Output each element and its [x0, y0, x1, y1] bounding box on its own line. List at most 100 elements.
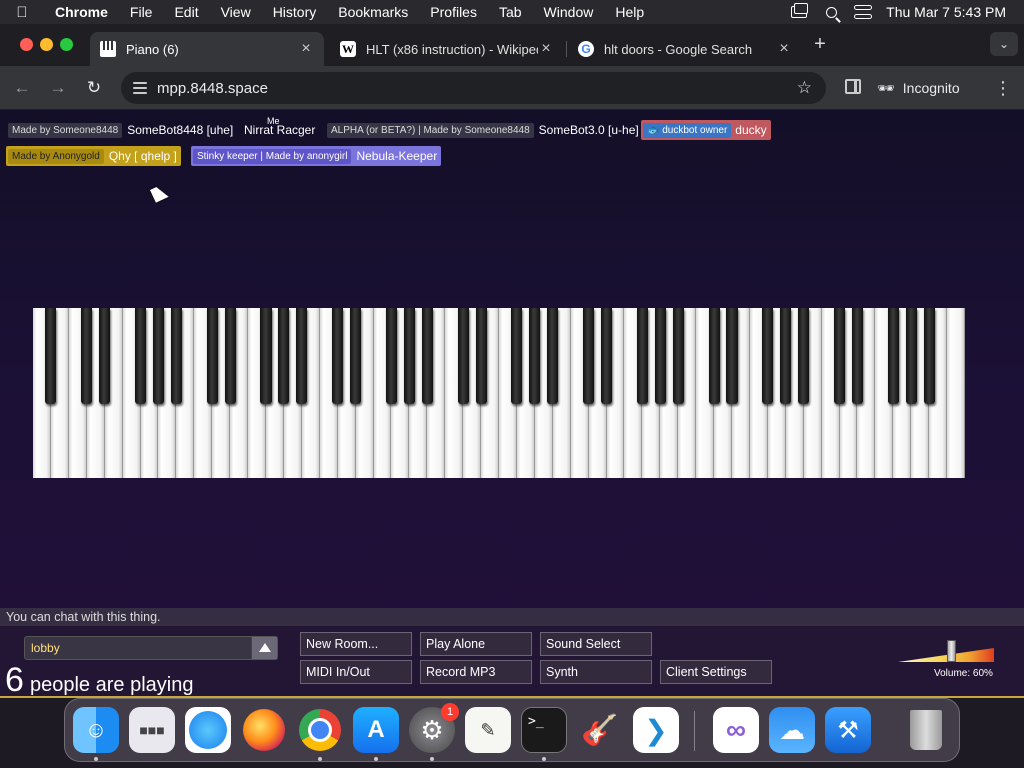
record-mp3-button[interactable]: Record MP3	[420, 660, 532, 684]
new-room-button[interactable]: New Room...	[300, 632, 412, 656]
menu-view[interactable]: View	[210, 4, 262, 20]
weather-icon[interactable]: ☁	[769, 707, 815, 753]
site-info-icon[interactable]	[133, 82, 147, 94]
window-zoom-button[interactable]	[60, 38, 73, 51]
black-key[interactable]	[851, 308, 863, 404]
nametag-nebula-keeper[interactable]: Stinky keeper | Made by anonygirl Nebula…	[191, 146, 442, 166]
launchpad-icon[interactable]: ■■■	[129, 707, 175, 753]
room-selector[interactable]: lobby	[24, 636, 278, 660]
menu-file[interactable]: File	[119, 4, 164, 20]
more-menu-icon[interactable]: ⋮	[994, 76, 1012, 100]
nametag-somebot3[interactable]: ALPHA (or BETA?) | Made by Someone8448 S…	[327, 120, 639, 140]
address-bar[interactable]: mpp.8448.space ☆	[121, 72, 826, 104]
black-key[interactable]	[278, 308, 290, 404]
side-panel-icon[interactable]	[845, 79, 861, 94]
black-key[interactable]	[654, 308, 666, 404]
vscode-icon[interactable]: ❯	[633, 707, 679, 753]
reload-icon[interactable]: ↻	[82, 76, 106, 100]
incognito-indicator[interactable]: 🕶 Incognito	[877, 76, 960, 100]
black-key[interactable]	[905, 308, 917, 404]
safari-icon[interactable]	[185, 707, 231, 753]
forward-arrow-icon[interactable]: →	[46, 76, 70, 100]
black-key[interactable]	[350, 308, 362, 404]
black-key[interactable]	[152, 308, 164, 404]
black-key[interactable]	[636, 308, 648, 404]
textedit-icon[interactable]: ✎	[465, 707, 511, 753]
black-key[interactable]	[206, 308, 218, 404]
black-key[interactable]	[923, 308, 935, 404]
midi-in-out-button[interactable]: MIDI In/Out	[300, 660, 412, 684]
black-key[interactable]	[798, 308, 810, 404]
bookmark-star-icon[interactable]: ☆	[797, 78, 812, 98]
black-key[interactable]	[726, 308, 738, 404]
url-text[interactable]: mpp.8448.space	[157, 80, 268, 97]
black-key[interactable]	[81, 308, 93, 404]
visual-studio-icon[interactable]: ∞	[713, 707, 759, 753]
tab-close-icon[interactable]: ×	[298, 40, 314, 58]
menu-tab[interactable]: Tab	[488, 4, 533, 20]
chat-hint[interactable]: You can chat with this thing.	[0, 608, 1024, 626]
menu-history[interactable]: History	[262, 4, 328, 20]
control-center-icon[interactable]	[854, 5, 873, 19]
tab-close-icon[interactable]: ×	[538, 40, 554, 58]
new-tab-plus-icon[interactable]: +	[810, 34, 830, 54]
menu-edit[interactable]: Edit	[163, 4, 209, 20]
black-key[interactable]	[99, 308, 111, 404]
nametag-self[interactable]: Nirrat Racger	[244, 120, 315, 140]
menu-window[interactable]: Window	[533, 4, 605, 20]
menubar-clock[interactable]: Thu Mar 7 5:43 PM	[886, 4, 1006, 20]
nametag-somebot8448[interactable]: Made by Someone8448 SomeBot8448 [uhe]	[8, 120, 233, 140]
app-store-icon[interactable]: A	[353, 707, 399, 753]
terminal-icon[interactable]: >_	[521, 707, 567, 753]
black-key[interactable]	[887, 308, 899, 404]
apple-icon[interactable]: 	[0, 4, 44, 21]
black-key[interactable]	[134, 308, 147, 404]
black-key[interactable]	[511, 308, 523, 404]
nametag-qhy[interactable]: Made by Anonygold Qhy [ qhelp ]	[6, 146, 181, 166]
black-key[interactable]	[672, 308, 684, 404]
play-alone-button[interactable]: Play Alone	[420, 632, 532, 656]
volume-slider[interactable]	[898, 640, 994, 662]
spotlight-search-icon[interactable]	[822, 5, 840, 19]
black-key[interactable]	[224, 308, 236, 404]
back-arrow-icon[interactable]: ←	[10, 76, 34, 100]
black-key[interactable]	[708, 308, 720, 404]
black-key[interactable]	[583, 308, 595, 404]
black-key[interactable]	[385, 308, 397, 404]
tab-google-search[interactable]: G hlt doors - Google Search ×	[568, 32, 802, 66]
white-key[interactable]	[947, 308, 965, 478]
black-key[interactable]	[45, 308, 57, 404]
black-key[interactable]	[529, 308, 541, 404]
nametag-ducky[interactable]: 🐟 duckbot owner ducky	[641, 120, 771, 140]
menu-chrome[interactable]: Chrome	[44, 4, 119, 20]
black-key[interactable]	[780, 308, 792, 404]
room-dropdown-arrow-icon[interactable]	[251, 637, 277, 659]
black-key[interactable]	[421, 308, 433, 404]
black-key[interactable]	[170, 308, 182, 404]
tab-piano[interactable]: Piano (6) ×	[90, 32, 324, 66]
trash-icon[interactable]	[903, 707, 949, 753]
black-key[interactable]	[260, 308, 272, 404]
window-minimize-button[interactable]	[40, 38, 53, 51]
black-key[interactable]	[403, 308, 415, 404]
stage-manager-icon[interactable]	[790, 3, 809, 19]
black-key[interactable]	[600, 308, 613, 404]
sound-select-button[interactable]: Sound Select	[540, 632, 652, 656]
piano-keyboard[interactable]	[33, 308, 965, 478]
volume-knob[interactable]	[946, 640, 956, 662]
finder-icon[interactable]: ☺	[73, 707, 119, 753]
tab-close-icon[interactable]: ×	[776, 40, 792, 58]
menu-help[interactable]: Help	[604, 4, 655, 20]
black-key[interactable]	[547, 308, 559, 404]
window-close-button[interactable]	[20, 38, 33, 51]
firefox-icon[interactable]	[241, 707, 287, 753]
black-key[interactable]	[332, 308, 344, 404]
black-key[interactable]	[296, 308, 308, 404]
black-key[interactable]	[833, 308, 846, 404]
black-key[interactable]	[475, 308, 487, 404]
menu-bookmarks[interactable]: Bookmarks	[327, 4, 419, 20]
synth-button[interactable]: Synth	[540, 660, 652, 684]
black-key[interactable]	[762, 308, 774, 404]
tab-wikipedia[interactable]: W HLT (x86 instruction) - Wikipedia ×	[330, 32, 564, 66]
menu-profiles[interactable]: Profiles	[419, 4, 488, 20]
